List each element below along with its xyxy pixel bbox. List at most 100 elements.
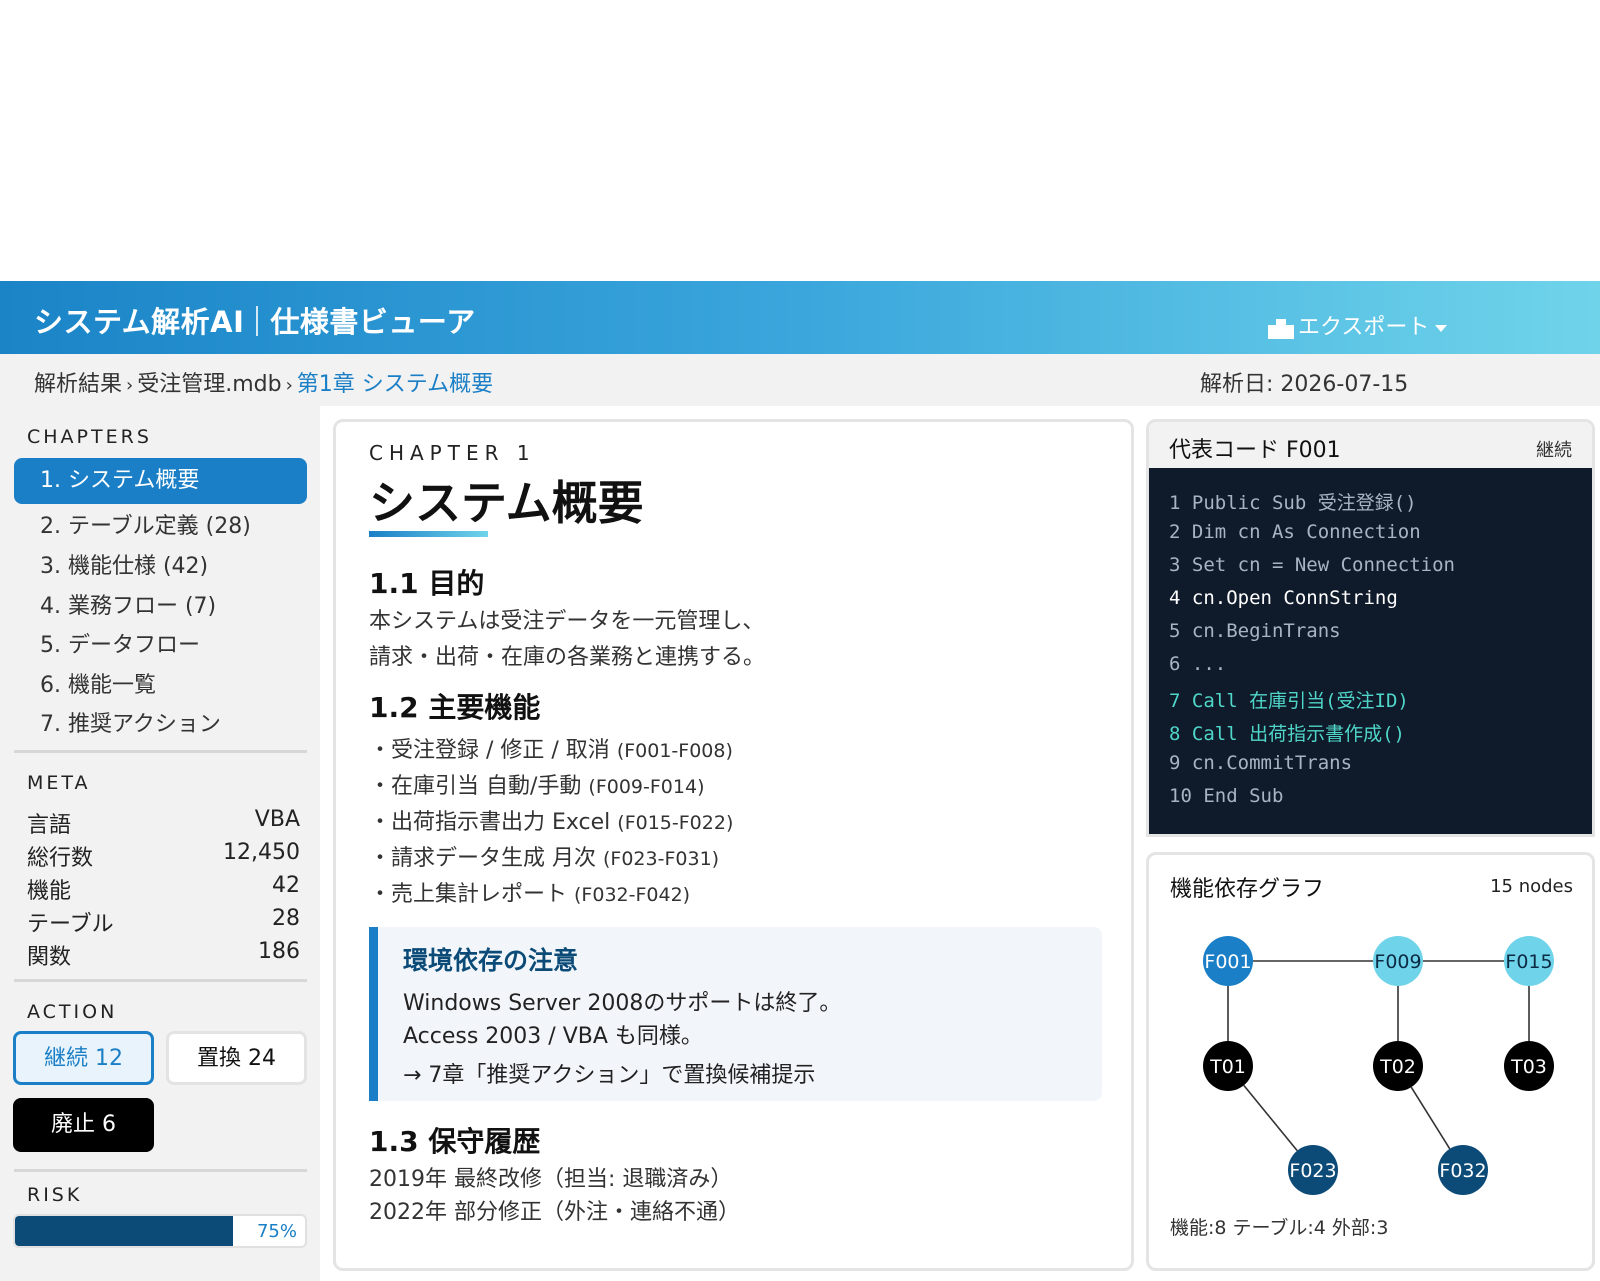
title-underline <box>369 531 488 537</box>
breadcrumb-separator-icon: › <box>285 375 293 396</box>
feature-text: ・在庫引当 自動/手動 <box>369 774 582 799</box>
feature-text: ・売上集計レポート <box>369 882 568 907</box>
callout-line: Access 2003 / VBA も同様。 <box>403 1024 703 1049</box>
code-panel: 代表コード F001 継続 1 Public Sub 受注登録() 2 Dim … <box>1146 419 1595 837</box>
app-window: システム解析AI 仕様書ビューア エクスポート 解析結果 › 受注管理.mdb › 第1章… <box>0 281 1600 1281</box>
code-panel-header: 代表コード F001 継続 <box>1149 422 1592 468</box>
dependency-graph: F001 F009 F015 T01 T02 T03 F023 F032 <box>1203 936 1554 1195</box>
document-panel: CHAPTER 1 システム概要 1.1 目的 本システムは受注データを一元管理… <box>333 419 1134 1271</box>
chapter-kicker: CHAPTER 1 <box>369 441 536 465</box>
sidebar-divider <box>14 750 307 753</box>
replace-button[interactable]: 置換 24 <box>166 1031 307 1085</box>
history-line: 2019年 最終改修（担当: 退職済み） <box>369 1167 733 1192</box>
keep-button[interactable]: 継続 12 <box>13 1031 154 1085</box>
risk-heading: RISK <box>27 1184 83 1206</box>
chapters-heading: CHAPTERS <box>27 426 152 448</box>
graph-node-label: T01 <box>1209 1056 1246 1078</box>
app-title: システム解析AI 仕様書ビューア <box>34 299 476 342</box>
code-line: 4 cn.Open ConnString <box>1169 587 1398 609</box>
section-heading-history: 1.3 保守履歴 <box>369 1125 541 1158</box>
abolish-button[interactable]: 廃止 6 <box>13 1098 154 1152</box>
export-menu-button[interactable]: エクスポート <box>1266 309 1448 341</box>
callout-link[interactable]: → 7章「推奨アクション」で置換候補提示 <box>403 1057 815 1089</box>
chevron-down-icon <box>1435 324 1448 332</box>
section-heading-features: 1.2 主要機能 <box>369 691 541 724</box>
sidebar-divider <box>14 1169 307 1172</box>
sidebar-item-chapter-1[interactable]: 1. システム概要 <box>14 458 307 504</box>
analysis-date: 解析日: 2026-07-15 <box>1200 372 1409 397</box>
graph-node-t02[interactable]: T02 <box>1373 1041 1423 1091</box>
meta-value: 42 <box>272 873 300 898</box>
app-header: システム解析AI 仕様書ビューア エクスポート <box>0 281 1600 354</box>
feature-code: (F001-F008) <box>616 740 733 762</box>
feature-item: ・売上集計レポート (F032-F042) <box>369 876 690 908</box>
graph-node-label: T03 <box>1510 1056 1547 1078</box>
breadcrumb-bar: 解析結果 › 受注管理.mdb › 第1章 システム概要 解析日: 2026-07-15 <box>0 354 1600 406</box>
purpose-line: 請求・出荷・在庫の各業務と連携する。 <box>369 645 766 670</box>
feature-code: (F032-F042) <box>574 884 691 906</box>
feature-text: ・請求データ生成 月次 <box>369 846 596 871</box>
code-line: 3 Set cn = New Connection <box>1169 554 1455 576</box>
meta-key: 言語 <box>27 813 72 838</box>
dependency-graph-panel: 機能依存グラフ 15 nodes F001 F009 F015 T01 T02 T03 F0… <box>1146 852 1595 1271</box>
page-title: システム概要 <box>369 476 644 530</box>
meta-key: 総行数 <box>27 846 94 871</box>
breadcrumb-separator-icon: › <box>126 375 134 396</box>
graph-node-t03[interactable]: T03 <box>1504 1041 1554 1091</box>
meta-row-procedures: 関数 186 <box>27 939 300 970</box>
feature-item: ・在庫引当 自動/手動 (F009-F014) <box>369 768 704 800</box>
meta-row-functions: 機能 42 <box>27 873 300 904</box>
meta-key: 機能 <box>27 879 72 904</box>
code-line: 5 cn.BeginTrans <box>1169 620 1341 642</box>
graph-edge-t01-f023 <box>1243 1084 1298 1152</box>
meta-heading: META <box>27 772 91 794</box>
warning-callout: 環境依存の注意 Windows Server 2008のサポートは終了。 Acc… <box>369 927 1102 1101</box>
meta-value: 28 <box>272 906 300 931</box>
graph-node-t01[interactable]: T01 <box>1203 1041 1253 1091</box>
graph-node-f032[interactable]: F032 <box>1438 1145 1488 1195</box>
feature-code: (F023-F031) <box>603 848 720 870</box>
feature-text: ・受注登録 / 修正 / 取消 <box>369 738 610 763</box>
sidebar-divider <box>14 979 307 982</box>
code-line: 10 End Sub <box>1169 785 1284 807</box>
app-name: システム解析AI <box>34 305 245 339</box>
callout-line: Windows Server 2008のサポートは終了。 <box>403 991 842 1016</box>
graph-node-label: F015 <box>1505 951 1552 973</box>
graph-node-f009[interactable]: F009 <box>1373 936 1423 986</box>
graph-node-label: F009 <box>1374 951 1421 973</box>
risk-bar-fill <box>15 1216 233 1246</box>
graph-node-label: T02 <box>1379 1056 1416 1078</box>
callout-title: 環境依存の注意 <box>403 946 579 975</box>
graph-node-f001[interactable]: F001 <box>1203 936 1253 986</box>
export-icon <box>1268 319 1294 339</box>
meta-row-tables: テーブル 28 <box>27 906 300 937</box>
graph-node-label: F023 <box>1289 1160 1336 1182</box>
feature-item: ・出荷指示書出力 Excel (F015-F022) <box>369 804 733 836</box>
feature-item: ・受注登録 / 修正 / 取消 (F001-F008) <box>369 732 733 764</box>
code-line: 8 Call 出荷指示書作成() <box>1169 723 1405 745</box>
meta-row-total-lines: 総行数 12,450 <box>27 840 300 871</box>
action-heading: ACTION <box>27 1001 118 1023</box>
breadcrumb-item-current: 第1章 システム概要 <box>296 372 494 397</box>
section-heading-purpose: 1.1 目的 <box>369 567 485 600</box>
risk-value: 75% <box>256 1221 297 1242</box>
graph-node-label: F032 <box>1439 1160 1486 1182</box>
purpose-line: 本システムは受注データを一元管理し、 <box>369 609 765 634</box>
viewer-name: 仕様書ビューア <box>270 305 476 339</box>
code-line: 7 Call 在庫引当(受注ID) <box>1169 690 1409 712</box>
code-line: 1 Public Sub 受注登録() <box>1169 492 1417 514</box>
code-panel-title: 代表コード F001 <box>1169 438 1341 463</box>
breadcrumb-item-results[interactable]: 解析結果 <box>34 372 122 397</box>
meta-key: 関数 <box>27 945 72 970</box>
sidebar-item-chapter-7[interactable]: 7. 推奨アクション <box>14 702 307 748</box>
graph-node-f023[interactable]: F023 <box>1288 1145 1338 1195</box>
graph-node-f015[interactable]: F015 <box>1504 936 1554 986</box>
meta-value: VBA <box>254 807 300 832</box>
sidebar: CHAPTERS 1. システム概要 2. テーブル定義 (28) 3. 機能仕… <box>0 406 320 1281</box>
graph-legend: 機能:8 テーブル:4 外部:3 <box>1170 1217 1389 1239</box>
meta-row-language: 言語 VBA <box>27 807 300 838</box>
feature-text: ・出荷指示書出力 Excel <box>369 810 611 835</box>
risk-bar: 75% <box>13 1214 307 1248</box>
breadcrumb-item-file[interactable]: 受注管理.mdb <box>137 372 281 397</box>
graph-node-label: F001 <box>1204 951 1251 973</box>
